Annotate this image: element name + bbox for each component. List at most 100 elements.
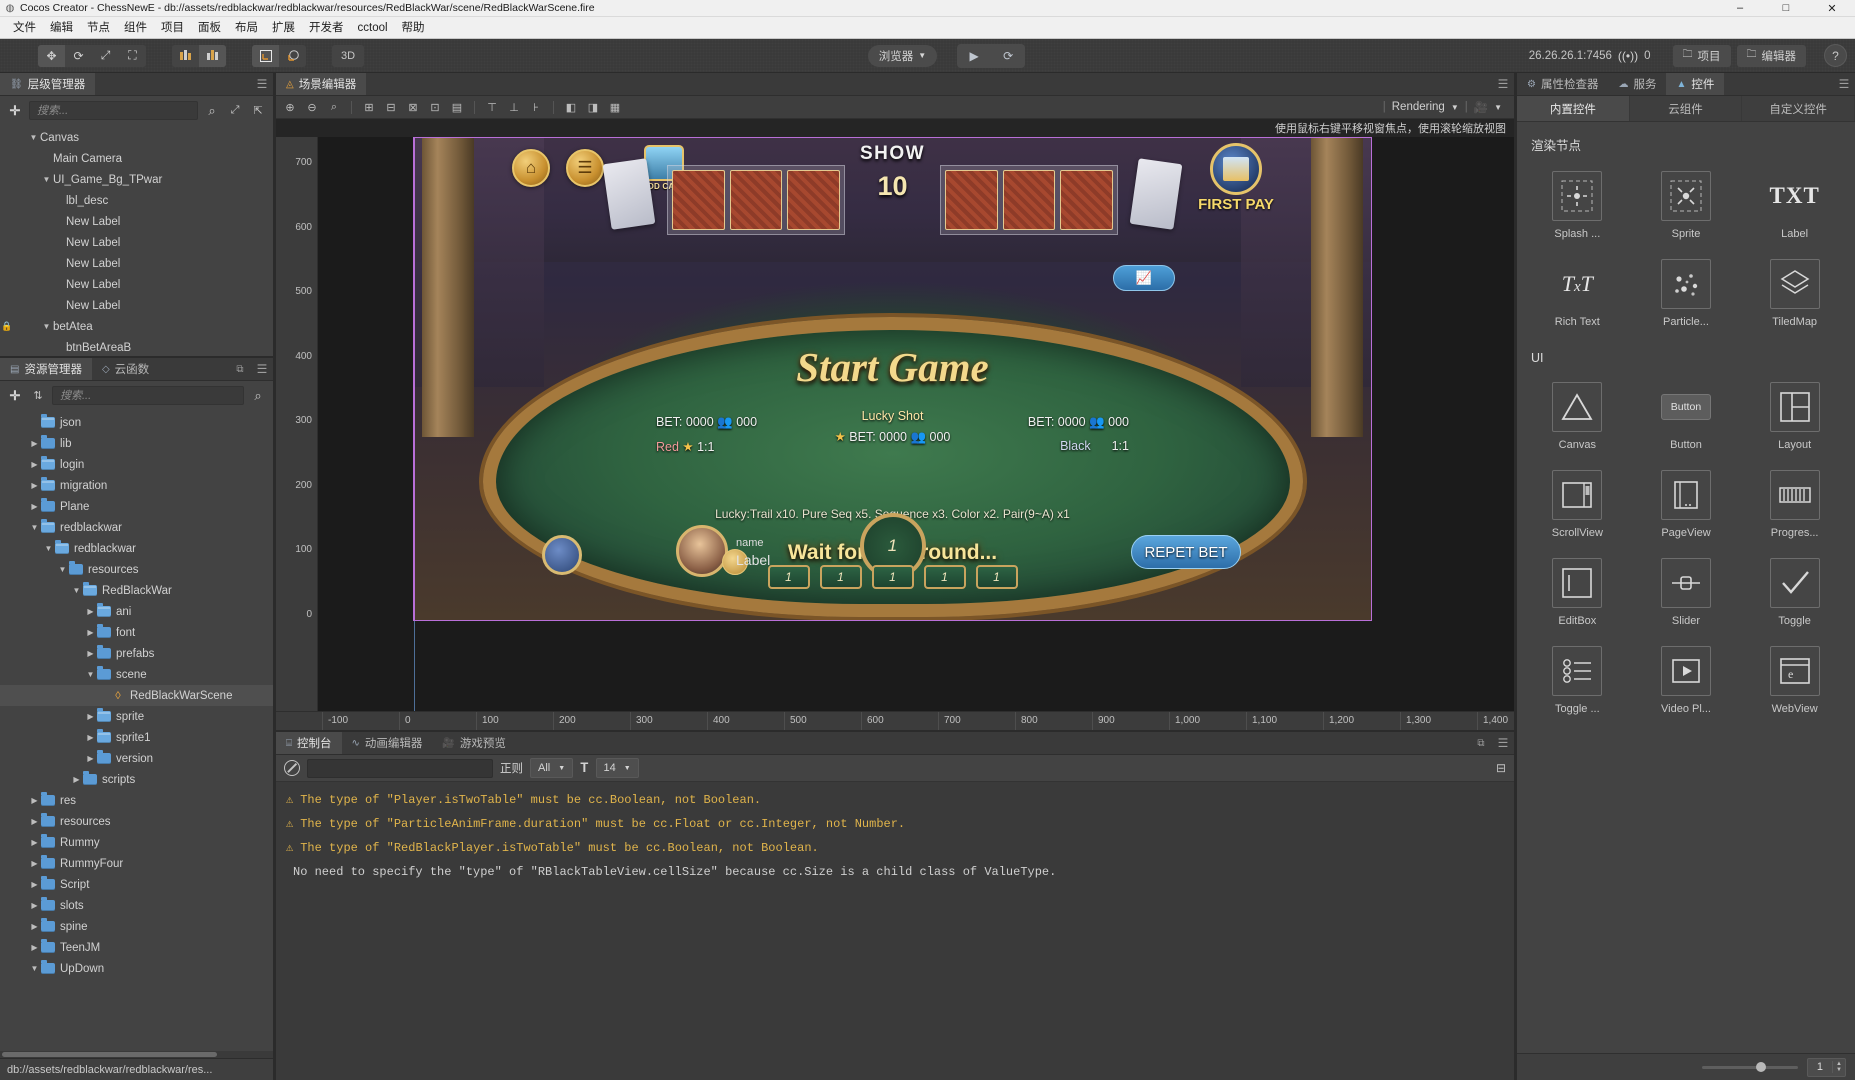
hierarchy-tree[interactable]: ▼ Canvas Main Camera ▼ UI_Game_Bg_TPwar lbl_d… bbox=[0, 125, 273, 356]
align-middle-icon[interactable]: ⊥ bbox=[504, 98, 524, 117]
maximize-button[interactable]: □ bbox=[1763, 0, 1809, 17]
menu-item-panel[interactable]: 面板 bbox=[191, 17, 228, 39]
chevron-right-icon[interactable]: ▶ bbox=[84, 607, 97, 616]
hierarchy-node[interactable]: New Label bbox=[0, 274, 273, 295]
chevron-right-icon[interactable]: ▶ bbox=[28, 481, 41, 490]
pivot-center-icon[interactable] bbox=[172, 45, 199, 67]
menu-item-help[interactable]: 帮助 bbox=[395, 17, 432, 39]
scrollview-icon[interactable] bbox=[1552, 470, 1603, 520]
subtab-builtin-widgets[interactable]: 内置控件 bbox=[1517, 96, 1630, 121]
asset-item[interactable]: ▶ spine bbox=[0, 916, 273, 937]
add-node-icon[interactable]: ✛ bbox=[6, 101, 24, 121]
menu-item-edit[interactable]: 编辑 bbox=[43, 17, 80, 39]
align-top-icon[interactable]: ⊤ bbox=[482, 98, 502, 117]
pageview-icon[interactable] bbox=[1660, 470, 1711, 520]
asset-item[interactable]: ▶ font bbox=[0, 622, 273, 643]
asset-item[interactable]: ▼ resources bbox=[0, 559, 273, 580]
asset-item[interactable]: ▶ sprite bbox=[0, 706, 273, 727]
game-canvas-preview[interactable]: ⌂ ☰ ADD CASH SHOW 10 FIRST PAY 📈 Start G… bbox=[413, 137, 1372, 621]
project-settings-button[interactable]: 🗀 项目 bbox=[1672, 44, 1731, 67]
hierarchy-node[interactable]: btnBetAreaB bbox=[0, 337, 273, 356]
widget-cell[interactable]: ScrollView bbox=[1523, 461, 1632, 549]
menu-item-layout[interactable]: 布局 bbox=[228, 17, 265, 39]
console-message[interactable]: ⚠ The type of "Player.isTwoTable" must be… bbox=[276, 788, 1514, 812]
console-log-list[interactable]: ⚠ The type of "Player.isTwoTable" must be… bbox=[276, 782, 1514, 1080]
add-asset-icon[interactable]: ✛ bbox=[6, 386, 24, 406]
regex-toggle-label[interactable]: 正则 bbox=[500, 760, 523, 776]
bet-area-lucky[interactable]: Lucky Shot ★ BET: 0000 👥 000 bbox=[835, 409, 951, 445]
asset-item[interactable]: ▼ redblackwar bbox=[0, 517, 273, 538]
hierarchy-search-input[interactable] bbox=[29, 101, 198, 120]
align-edge-icon[interactable]: ▤ bbox=[447, 98, 467, 117]
locate-icon[interactable]: ⤢ bbox=[226, 101, 244, 121]
asset-item[interactable]: ▶ RummyFour bbox=[0, 853, 273, 874]
distribute-h-icon[interactable]: ⊡ bbox=[425, 98, 445, 117]
scene-stage[interactable]: ⌂ ☰ ADD CASH SHOW 10 FIRST PAY 📈 Start G… bbox=[318, 137, 1514, 711]
zoom-stepper[interactable]: 1 ▲ ▼ bbox=[1806, 1057, 1846, 1077]
menu-item-project[interactable]: 项目 bbox=[154, 17, 191, 39]
bet-chip[interactable]: 1 bbox=[767, 565, 810, 589]
bet-area-red[interactable]: BET: 0000 👥 000 Red ★ 1:1 bbox=[656, 415, 757, 454]
togglegroup-icon[interactable] bbox=[1552, 646, 1603, 696]
tab-console[interactable]: ⌸ 控制台 bbox=[276, 732, 342, 754]
players-list-button[interactable] bbox=[542, 535, 582, 575]
console-menu-icon[interactable]: ☰ bbox=[1492, 732, 1514, 754]
widget-cell[interactable]: TxT Rich Text bbox=[1523, 250, 1632, 338]
scale-tool-icon[interactable]: ⤢ bbox=[92, 45, 119, 67]
stepper-arrows-icon[interactable]: ▲ ▼ bbox=[1832, 1061, 1845, 1073]
log-level-select[interactable]: All ▼ bbox=[530, 758, 574, 778]
menu-item-file[interactable]: 文件 bbox=[6, 17, 43, 39]
button-icon[interactable]: Button bbox=[1660, 382, 1711, 432]
console-message[interactable]: ⚠ The type of "RedBlackPlayer.isTwoTable"… bbox=[276, 836, 1514, 860]
menu-item-developer[interactable]: 开发者 bbox=[302, 17, 351, 39]
bet-area-black[interactable]: BET: 0000 👥 000 Black 1:1 bbox=[1028, 415, 1129, 453]
tab-assets[interactable]: ▤ 资源管理器 bbox=[0, 358, 92, 380]
widget-cell[interactable]: Splash ... bbox=[1523, 162, 1632, 250]
assets-menu-icon[interactable]: ☰ bbox=[251, 358, 273, 380]
rect-tool-icon[interactable]: ⛶ bbox=[119, 45, 146, 67]
minimize-button[interactable]: – bbox=[1717, 0, 1763, 17]
widget-cell[interactable]: TiledMap bbox=[1740, 250, 1849, 338]
bet-chip[interactable]: 1 bbox=[975, 565, 1018, 589]
hierarchy-node[interactable]: lbl_desc bbox=[0, 190, 273, 211]
chevron-down-icon[interactable]: ▼ bbox=[84, 670, 97, 679]
widget-cell[interactable]: Button Button bbox=[1632, 373, 1741, 461]
home-button-icon[interactable]: ⌂ bbox=[512, 149, 550, 187]
chevron-right-icon[interactable]: ▶ bbox=[84, 649, 97, 658]
chevron-down-icon[interactable]: ▼ bbox=[40, 322, 53, 331]
asset-item[interactable]: ▶ res bbox=[0, 790, 273, 811]
asset-item[interactable]: ▼ RedBlackWar bbox=[0, 580, 273, 601]
assets-horizontal-scrollbar[interactable] bbox=[0, 1051, 273, 1058]
console-message[interactable]: ⚠ The type of "ParticleAnimFrame.duration… bbox=[276, 812, 1514, 836]
trend-button-icon[interactable]: 📈 bbox=[1113, 265, 1175, 291]
move-tool-icon[interactable]: ✥ bbox=[38, 44, 65, 67]
sort-icon[interactable]: ⇅ bbox=[29, 386, 47, 406]
chevron-right-icon[interactable]: ▶ bbox=[28, 880, 41, 889]
tiledmap-icon[interactable] bbox=[1769, 259, 1820, 309]
chevron-down-icon[interactable]: ▼ bbox=[28, 523, 41, 532]
widget-cell[interactable]: Video Pl... bbox=[1632, 637, 1741, 725]
asset-item[interactable]: ▶ prefabs bbox=[0, 643, 273, 664]
hierarchy-node[interactable]: Main Camera bbox=[0, 148, 273, 169]
asset-item[interactable]: ▼ redblackwar bbox=[0, 538, 273, 559]
chevron-down-icon[interactable]: ▼ bbox=[56, 565, 69, 574]
font-size-select[interactable]: 14 ▼ bbox=[595, 758, 639, 778]
asset-item[interactable]: json bbox=[0, 412, 273, 433]
close-button[interactable]: ✕ bbox=[1809, 0, 1855, 17]
chevron-down-icon[interactable]: ▼ bbox=[42, 544, 55, 553]
bet-chip[interactable]: 1 bbox=[819, 565, 862, 589]
lock-icon[interactable]: 🔒 bbox=[0, 321, 14, 332]
webview-icon[interactable]: e bbox=[1769, 646, 1820, 696]
subtab-custom-widgets[interactable]: 自定义控件 bbox=[1742, 96, 1855, 121]
menu-item-cctool[interactable]: cctool bbox=[351, 17, 395, 39]
tab-services[interactable]: ☁ 服务 bbox=[1608, 73, 1666, 95]
chevron-right-icon[interactable]: ▶ bbox=[70, 775, 83, 784]
subtab-cloud-components[interactable]: 云组件 bbox=[1630, 96, 1743, 121]
widget-cell[interactable]: Progres... bbox=[1740, 461, 1849, 549]
asset-item[interactable]: ▶ TeenJM bbox=[0, 937, 273, 958]
widget-cell[interactable]: TXT Label bbox=[1740, 162, 1849, 250]
assets-search-icon[interactable]: ⌕ bbox=[249, 386, 267, 406]
zoom-out-icon[interactable]: ⊖ bbox=[302, 98, 322, 117]
asset-item[interactable]: ▼ UpDown bbox=[0, 958, 273, 979]
hierarchy-node[interactable]: ▼ Canvas bbox=[0, 127, 273, 148]
